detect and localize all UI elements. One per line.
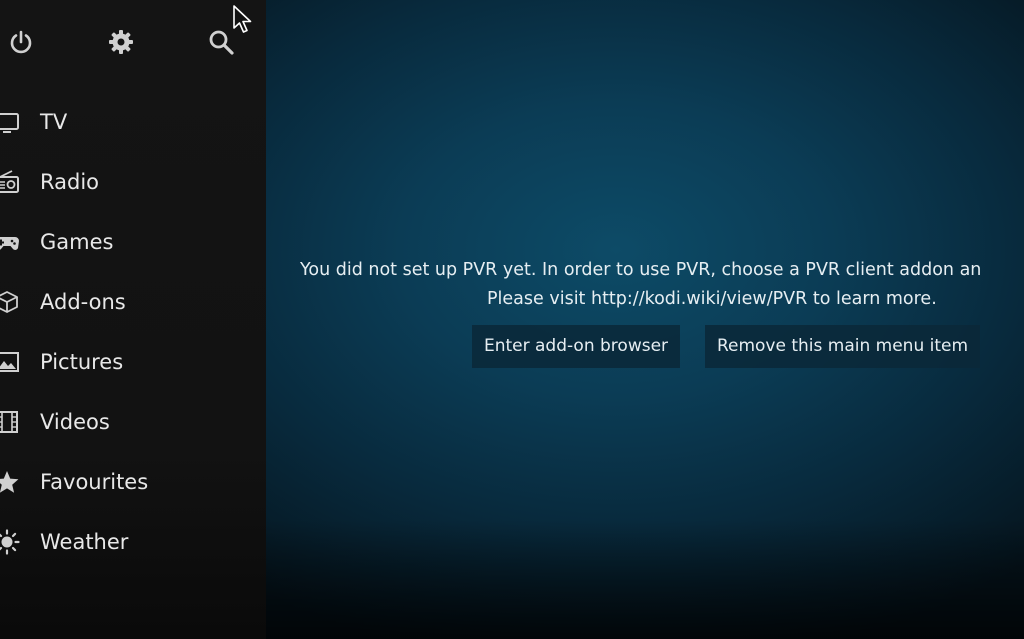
sidebar-item-videos[interactable]: Videos (0, 392, 266, 452)
enter-addon-browser-button[interactable]: Enter add-on browser (472, 325, 680, 368)
sidebar-item-tv[interactable]: TV (0, 92, 266, 152)
sidebar-item-label: Games (40, 230, 114, 254)
sidebar-item-label: Videos (40, 410, 110, 434)
pvr-message-line1: You did not set up PVR yet. In order to … (300, 260, 982, 280)
kodi-app: TV Radio Games Add-ons Pictures Videos F… (0, 0, 1024, 639)
sidebar-item-games[interactable]: Games (0, 212, 266, 272)
sidebar-item-label: Radio (40, 170, 100, 194)
sidebar-item-weather[interactable]: Weather (0, 512, 266, 572)
picture-icon (0, 349, 20, 375)
sidebar-item-label: Favourites (40, 470, 149, 494)
sidebar-top-icons (0, 0, 266, 84)
star-icon (0, 469, 20, 495)
film-icon (0, 409, 20, 435)
mouse-cursor-icon (232, 4, 254, 34)
search-icon[interactable] (207, 28, 235, 56)
sidebar-item-label: Pictures (40, 350, 124, 374)
power-icon[interactable] (7, 28, 35, 56)
sidebar-item-addons[interactable]: Add-ons (0, 272, 266, 332)
sidebar-item-label: Weather (40, 530, 129, 554)
gear-icon[interactable] (107, 28, 135, 56)
remove-menu-item-button[interactable]: Remove this main menu item (705, 325, 980, 368)
gamepad-icon (0, 229, 20, 255)
main-menu: TV Radio Games Add-ons Pictures Videos F… (0, 92, 266, 572)
sidebar-item-label: TV (40, 110, 68, 134)
sidebar-item-pictures[interactable]: Pictures (0, 332, 266, 392)
box-icon (0, 289, 20, 315)
sidebar-item-radio[interactable]: Radio (0, 152, 266, 212)
tv-icon (0, 109, 20, 135)
radio-icon (0, 169, 20, 195)
main-content: You did not set up PVR yet. In order to … (266, 0, 1024, 639)
pvr-message-line2: Please visit http://kodi.wiki/view/PVR t… (487, 289, 937, 309)
sidebar-item-favourites[interactable]: Favourites (0, 452, 266, 512)
sidebar-item-label: Add-ons (40, 290, 126, 314)
pvr-message: You did not set up PVR yet. In order to … (300, 256, 1024, 314)
sun-icon (0, 529, 20, 555)
sidebar: TV Radio Games Add-ons Pictures Videos F… (0, 0, 266, 639)
